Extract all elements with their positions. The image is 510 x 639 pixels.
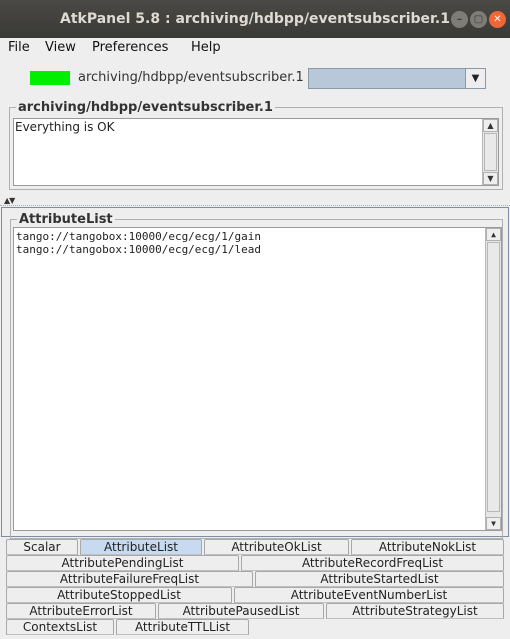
device-state-indicator xyxy=(30,71,70,85)
status-panel: archiving/hdbpp/eventsubscriber.1 Everyt… xyxy=(9,100,503,190)
tab-attribute-strategy-list[interactable]: AttributeStrategyList xyxy=(326,603,504,619)
menu-preferences[interactable]: Preferences xyxy=(92,40,168,55)
menu-file[interactable]: File xyxy=(8,40,30,55)
split-pane-divider[interactable]: ▲▼ xyxy=(0,196,510,206)
close-icon[interactable]: ✕ xyxy=(489,11,506,28)
scroll-up-icon[interactable]: ▲ xyxy=(486,228,501,241)
window-titlebar[interactable]: AtkPanel 5.8 : archiving/hdbpp/eventsubs… xyxy=(0,0,510,38)
attribute-list-panel: AttributeList tango://tangobox:10000/ecg… xyxy=(10,212,503,539)
scroll-down-icon[interactable]: ▼ xyxy=(483,172,498,185)
device-selector[interactable]: ▼ xyxy=(308,68,486,89)
tab-attribute-event-number-list[interactable]: AttributeEventNumberList xyxy=(234,587,504,603)
list-item[interactable]: tango://tangobox:10000/ecg/ecg/1/gain xyxy=(16,230,499,243)
attribute-list-textarea[interactable]: tango://tangobox:10000/ecg/ecg/1/gain ta… xyxy=(13,227,502,531)
scroll-down-icon[interactable]: ▼ xyxy=(486,517,501,530)
tab-content-frame: AttributeList tango://tangobox:10000/ecg… xyxy=(1,207,509,539)
status-scrollbar[interactable]: ▲ ▼ xyxy=(482,119,498,185)
tab-attribute-ttl-list[interactable]: AttributeTTLList xyxy=(116,619,249,635)
tab-contexts-list[interactable]: ContextsList xyxy=(6,619,114,635)
tab-attribute-pending-list[interactable]: AttributePendingList xyxy=(6,555,239,571)
maximize-icon[interactable]: ▢ xyxy=(470,11,487,28)
attribute-list-title: AttributeList xyxy=(17,212,115,227)
scroll-thumb[interactable] xyxy=(487,242,500,512)
splitter-arrows-icon[interactable]: ▲▼ xyxy=(4,196,15,205)
tab-attribute-record-freq-list[interactable]: AttributeRecordFreqList xyxy=(241,555,504,571)
menu-bar: File View Preferences Help xyxy=(0,38,510,58)
scroll-thumb[interactable] xyxy=(484,133,497,171)
attribute-list-scrollbar[interactable]: ▲ ▼ xyxy=(485,228,501,530)
minimize-icon[interactable]: – xyxy=(451,11,468,28)
status-message: Everything is OK xyxy=(15,120,115,134)
tab-attribute-ok-list[interactable]: AttributeOkList xyxy=(204,539,349,555)
tab-attribute-failure-freq-list[interactable]: AttributeFailureFreqList xyxy=(6,571,253,587)
tab-attribute-list[interactable]: AttributeList xyxy=(80,539,202,555)
tab-attribute-started-list[interactable]: AttributeStartedList xyxy=(255,571,504,587)
menu-help[interactable]: Help xyxy=(191,40,221,55)
status-panel-title: archiving/hdbpp/eventsubscriber.1 xyxy=(16,100,275,115)
window-title: AtkPanel 5.8 : archiving/hdbpp/eventsubs… xyxy=(60,11,450,27)
status-textarea[interactable]: Everything is OK ▲ ▼ xyxy=(13,118,499,186)
tab-attribute-nok-list[interactable]: AttributeNokList xyxy=(351,539,504,555)
device-name-label: archiving/hdbpp/eventsubscriber.1 xyxy=(78,70,304,85)
menu-view[interactable]: View xyxy=(45,40,76,55)
tab-attribute-error-list[interactable]: AttributeErrorList xyxy=(6,603,156,619)
tab-scalar[interactable]: Scalar xyxy=(6,539,78,555)
list-item[interactable]: tango://tangobox:10000/ecg/ecg/1/lead xyxy=(16,243,499,256)
chevron-down-icon[interactable]: ▼ xyxy=(465,69,485,88)
tab-attribute-paused-list[interactable]: AttributePausedList xyxy=(158,603,324,619)
scroll-up-icon[interactable]: ▲ xyxy=(483,119,498,132)
tab-attribute-stopped-list[interactable]: AttributeStoppedList xyxy=(6,587,232,603)
device-row: archiving/hdbpp/eventsubscriber.1 ▼ xyxy=(0,64,510,92)
